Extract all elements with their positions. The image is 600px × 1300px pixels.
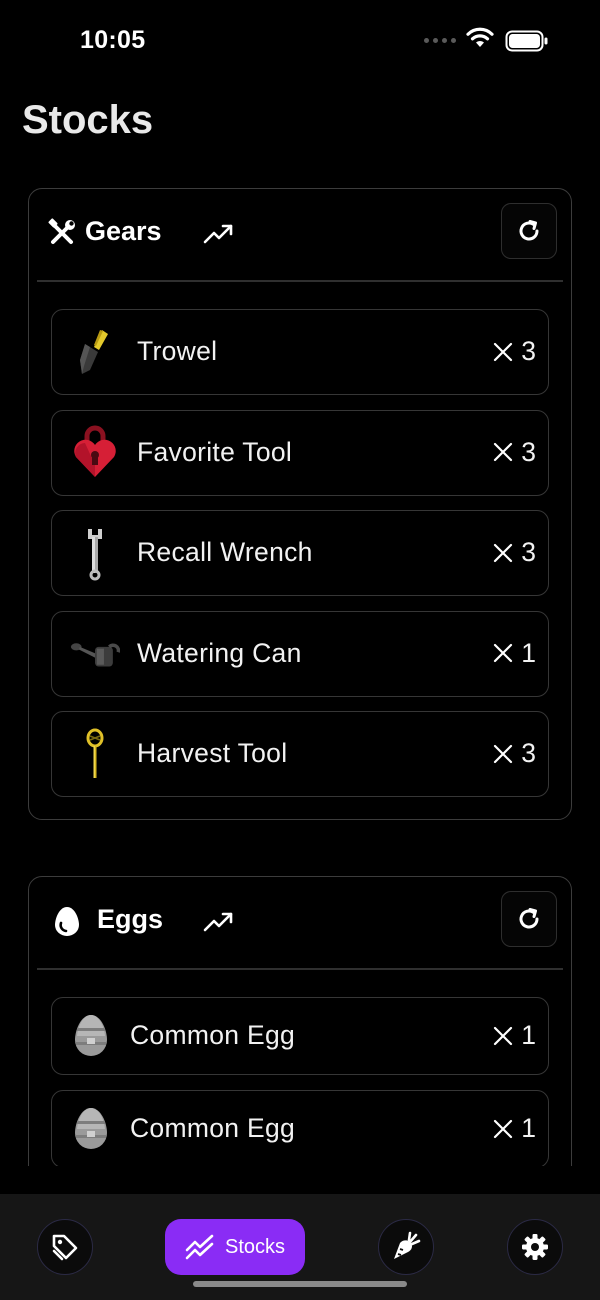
times-icon (494, 1119, 513, 1138)
status-bar: 10:05 (0, 0, 600, 80)
wifi-icon (466, 27, 494, 47)
refresh-icon (519, 908, 539, 929)
gears-refresh-button[interactable] (501, 203, 557, 259)
list-item[interactable]: Common Egg 1 (51, 1090, 549, 1166)
gears-title: Gears (85, 216, 162, 246)
item-quantity: 3 (493, 336, 536, 367)
item-name: Recall Wrench (137, 537, 313, 567)
tab-carrot[interactable] (378, 1219, 434, 1275)
home-indicator (193, 1281, 407, 1287)
battery-icon (505, 30, 548, 52)
gear-icon (522, 1234, 548, 1260)
times-icon (494, 744, 513, 763)
tab-stocks-label: Stocks (224, 1235, 286, 1258)
gears-card-header: Gears (29, 189, 571, 282)
times-icon (494, 1026, 513, 1045)
list-item[interactable]: Trowel 3 (51, 309, 549, 395)
wrench-icon (70, 525, 120, 581)
item-name: Watering Can (137, 637, 302, 668)
gears-card: Gears Trowel 3 Favorite Tool 3 Recall Wr… (28, 188, 572, 820)
item-quantity: 3 (493, 537, 536, 568)
times-icon (494, 342, 513, 361)
times-icon (494, 442, 513, 462)
common-egg-icon (68, 1010, 114, 1062)
heart-lock-icon (70, 425, 120, 481)
page-title: Stocks (22, 98, 154, 142)
status-time: 10:05 (80, 26, 146, 54)
list-item[interactable]: Harvest Tool 3 (51, 711, 549, 797)
item-quantity: 3 (493, 738, 536, 769)
eggs-card: Eggs Common Egg 1 Common Egg 1 (28, 876, 572, 1166)
tab-tags[interactable] (37, 1219, 93, 1275)
card-divider (37, 280, 563, 282)
egg-icon (55, 907, 79, 936)
item-name: Common Egg (130, 1020, 296, 1050)
trend-icon (203, 224, 233, 244)
item-name: Harvest Tool (137, 738, 288, 768)
times-icon (494, 643, 513, 663)
carrot-icon (394, 1231, 421, 1259)
gears-list: Trowel 3 Favorite Tool 3 Recall Wrench 3… (51, 309, 549, 812)
trend-icon (203, 912, 233, 932)
trowel-icon (70, 324, 120, 380)
item-quantity: 1 (493, 1113, 536, 1144)
trend-icon (185, 1234, 214, 1260)
item-quantity: 1 (493, 1020, 536, 1051)
card-divider (37, 968, 563, 970)
times-icon (494, 543, 513, 562)
list-item[interactable]: Recall Wrench 3 (51, 510, 549, 596)
tags-icon (52, 1234, 78, 1261)
item-name: Favorite Tool (137, 436, 293, 467)
list-item[interactable]: Watering Can 1 (51, 610, 549, 697)
item-name: Trowel (137, 336, 218, 366)
refresh-icon (519, 220, 539, 241)
item-name: Common Egg (130, 1113, 296, 1143)
tab-stocks[interactable]: Stocks (165, 1219, 305, 1275)
common-egg-icon (68, 1103, 114, 1155)
tools-icon (48, 218, 75, 244)
harvest-tool-icon (70, 726, 120, 782)
list-item[interactable]: Common Egg 1 (51, 997, 549, 1075)
signal-icon (424, 38, 456, 43)
stocks-scroll-area[interactable]: Gears Trowel 3 Favorite Tool 3 Recall Wr… (0, 160, 600, 1166)
eggs-refresh-button[interactable] (501, 891, 557, 947)
tab-settings[interactable] (507, 1219, 563, 1275)
eggs-title: Eggs (97, 904, 164, 934)
item-quantity: 1 (493, 638, 536, 669)
eggs-list: Common Egg 1 Common Egg 1 (51, 997, 549, 1166)
list-item[interactable]: Favorite Tool 3 (51, 409, 549, 496)
eggs-card-header: Eggs (29, 877, 571, 970)
watering-can-icon (70, 626, 120, 682)
item-quantity: 3 (493, 437, 536, 468)
